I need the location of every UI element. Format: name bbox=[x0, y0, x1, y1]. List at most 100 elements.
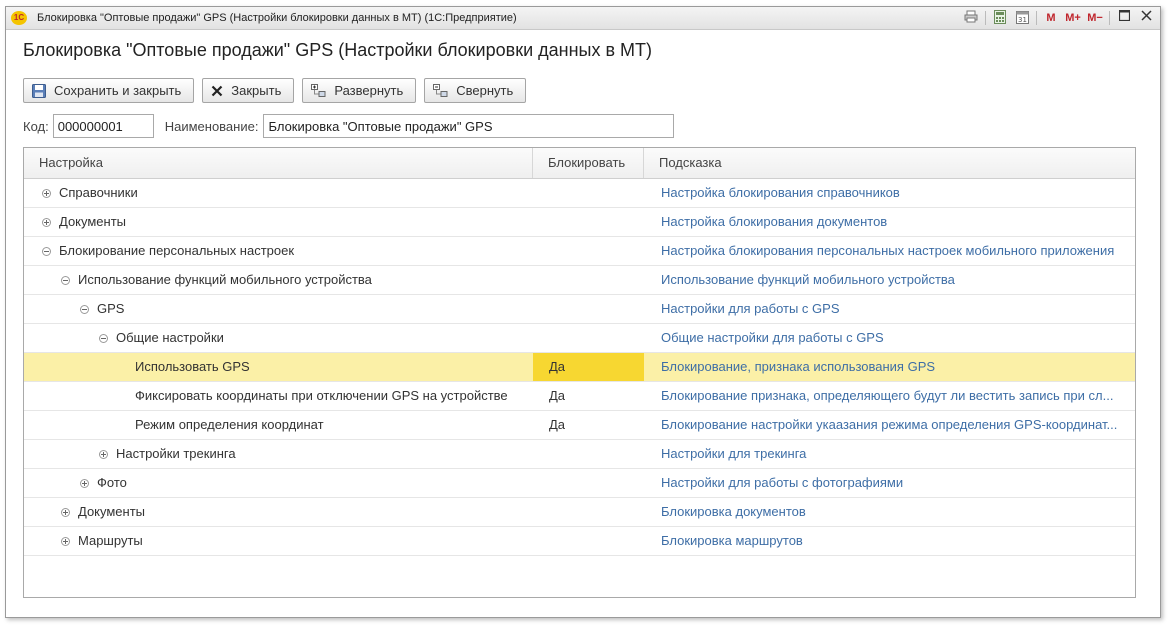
setting-cell: Блокирование персональных настроек bbox=[24, 237, 533, 265]
expand-node-icon[interactable] bbox=[61, 536, 70, 546]
setting-name: Документы bbox=[59, 214, 127, 229]
hint-cell: Блокировка маршрутов bbox=[661, 533, 803, 548]
hint-cell: Блокирование настройки укаазания режима … bbox=[661, 417, 1118, 432]
setting-name: Маршруты bbox=[78, 533, 143, 548]
settings-tree-grid: Настройка Блокировать Подсказка Справочн… bbox=[23, 147, 1136, 598]
block-value-cell[interactable] bbox=[533, 179, 644, 207]
expand-node-icon[interactable] bbox=[61, 507, 70, 517]
setting-name: Общие настройки bbox=[116, 330, 224, 345]
close-button[interactable]: Закрыть bbox=[202, 78, 295, 103]
column-header-hint[interactable]: Подсказка bbox=[644, 148, 1135, 178]
block-value-cell[interactable]: Да bbox=[533, 382, 644, 410]
block-value-cell[interactable] bbox=[533, 266, 644, 294]
block-value-cell[interactable] bbox=[533, 498, 644, 526]
calendar-icon[interactable]: 31 bbox=[1014, 10, 1030, 26]
collapse-node-icon[interactable] bbox=[80, 304, 89, 314]
table-row[interactable]: Использование функций мобильного устройс… bbox=[24, 266, 1135, 295]
column-header-block[interactable]: Блокировать bbox=[533, 148, 644, 178]
table-row[interactable]: Настройки трекинга Настройки для трекинга bbox=[24, 440, 1135, 469]
command-bar: Сохранить и закрыть Закрыть Развернуть С… bbox=[23, 78, 534, 103]
block-value-cell[interactable] bbox=[533, 440, 644, 468]
collapse-node-icon[interactable] bbox=[61, 275, 70, 285]
table-row[interactable]: Использовать GPS Да Блокирование, признака… bbox=[24, 353, 1135, 382]
setting-name: Документы bbox=[78, 504, 146, 519]
setting-name: GPS bbox=[97, 301, 125, 316]
setting-cell: Фото bbox=[24, 469, 533, 497]
memory-minus-button[interactable]: M− bbox=[1087, 10, 1103, 26]
hint-cell: Использование функций мобильного устройс… bbox=[661, 272, 955, 287]
collapse-button[interactable]: Свернуть bbox=[424, 78, 527, 103]
code-field[interactable] bbox=[52, 114, 154, 138]
setting-name: Настройки трекинга bbox=[116, 446, 236, 461]
hint-cell: Блокировка документов bbox=[661, 504, 806, 519]
block-value-cell[interactable]: Да bbox=[533, 411, 644, 439]
setting-name: Блокирование персональных настроек bbox=[59, 243, 295, 258]
setting-cell: Использовать GPS bbox=[24, 353, 533, 381]
setting-cell: Маршруты bbox=[24, 527, 533, 555]
expand-label: Развернуть bbox=[334, 83, 404, 98]
app-window: 1С Блокировка "Оптовые продажи" GPS (Нас… bbox=[5, 6, 1161, 618]
setting-cell: Справочники bbox=[24, 179, 533, 207]
save-icon bbox=[32, 83, 46, 98]
block-value-cell[interactable] bbox=[533, 295, 644, 323]
close-icon[interactable] bbox=[1138, 10, 1154, 26]
title-separator bbox=[1036, 11, 1037, 25]
save-and-close-button[interactable]: Сохранить и закрыть bbox=[23, 78, 195, 103]
block-value-cell[interactable]: Да bbox=[533, 353, 644, 381]
close-label: Закрыть bbox=[231, 83, 282, 98]
table-row[interactable]: GPS Настройки для работы с GPS bbox=[24, 295, 1135, 324]
memory-button[interactable]: M bbox=[1043, 10, 1059, 26]
block-value-cell[interactable] bbox=[533, 237, 644, 265]
svg-text:31: 31 bbox=[1018, 16, 1027, 24]
setting-cell: Режим определения координат bbox=[24, 411, 533, 439]
setting-cell: Документы bbox=[24, 208, 533, 236]
table-row[interactable]: Блокирование персональных настроек Настро… bbox=[24, 237, 1135, 266]
setting-cell: Фиксировать координаты при отключении GP… bbox=[24, 382, 533, 410]
table-row[interactable]: Режим определения координат Да Блокировани… bbox=[24, 411, 1135, 440]
block-value-cell[interactable] bbox=[533, 469, 644, 497]
title-separator bbox=[985, 11, 986, 25]
table-row[interactable]: Фиксировать координаты при отключении GP… bbox=[24, 382, 1135, 411]
table-row[interactable]: Общие настройки Общие настройки для работ… bbox=[24, 324, 1135, 353]
expand-node-icon[interactable] bbox=[42, 188, 51, 198]
maximize-icon[interactable] bbox=[1116, 9, 1132, 26]
column-header-setting[interactable]: Настройка bbox=[24, 148, 533, 178]
setting-cell: Настройки трекинга bbox=[24, 440, 533, 468]
table-row[interactable]: Справочники Настройка блокирования справо… bbox=[24, 179, 1135, 208]
setting-name: Использовать GPS bbox=[135, 359, 250, 374]
grid-body: Справочники Настройка блокирования справо… bbox=[24, 179, 1135, 556]
hint-cell: Общие настройки для работы с GPS bbox=[661, 330, 884, 345]
name-label: Наименование: bbox=[164, 118, 259, 134]
title-separator bbox=[1109, 11, 1110, 25]
app-logo-icon: 1С bbox=[11, 11, 27, 25]
table-row[interactable]: Документы Блокировка документов bbox=[24, 498, 1135, 527]
block-value-cell[interactable] bbox=[533, 208, 644, 236]
expand-node-icon[interactable] bbox=[80, 478, 89, 488]
grid-header: Настройка Блокировать Подсказка bbox=[24, 148, 1135, 179]
setting-cell: Использование функций мобильного устройс… bbox=[24, 266, 533, 294]
page-title: Блокировка "Оптовые продажи" GPS (Настро… bbox=[23, 40, 653, 60]
block-value-cell[interactable] bbox=[533, 527, 644, 555]
setting-name: Использование функций мобильного устройс… bbox=[78, 272, 372, 287]
table-row[interactable]: Фото Настройки для работы с фотографиями bbox=[24, 469, 1135, 498]
hint-cell: Настройка блокирования справочников bbox=[661, 185, 900, 200]
collapse-label: Свернуть bbox=[456, 83, 514, 98]
memory-plus-button[interactable]: M+ bbox=[1065, 10, 1081, 26]
print-icon[interactable] bbox=[963, 10, 979, 26]
hint-cell: Настройка блокирования персональных наст… bbox=[661, 243, 1115, 258]
table-row[interactable]: Документы Настройка блокирования документ… bbox=[24, 208, 1135, 237]
calculator-icon[interactable] bbox=[992, 10, 1008, 26]
expand-node-icon[interactable] bbox=[99, 449, 108, 459]
block-value-cell[interactable] bbox=[533, 324, 644, 352]
expand-tree-icon bbox=[311, 84, 326, 97]
collapse-node-icon[interactable] bbox=[99, 333, 108, 343]
hint-cell: Настройки для трекинга bbox=[661, 446, 807, 461]
hint-cell: Блокирование, признака использования GPS bbox=[661, 359, 936, 374]
hint-cell: Настройки для работы с GPS bbox=[661, 301, 840, 316]
table-row[interactable]: Маршруты Блокировка маршрутов bbox=[24, 527, 1135, 556]
expand-button[interactable]: Развернуть bbox=[302, 78, 417, 103]
setting-cell: Общие настройки bbox=[24, 324, 533, 352]
name-field[interactable] bbox=[263, 114, 675, 138]
expand-node-icon[interactable] bbox=[42, 217, 51, 227]
collapse-node-icon[interactable] bbox=[42, 246, 51, 256]
